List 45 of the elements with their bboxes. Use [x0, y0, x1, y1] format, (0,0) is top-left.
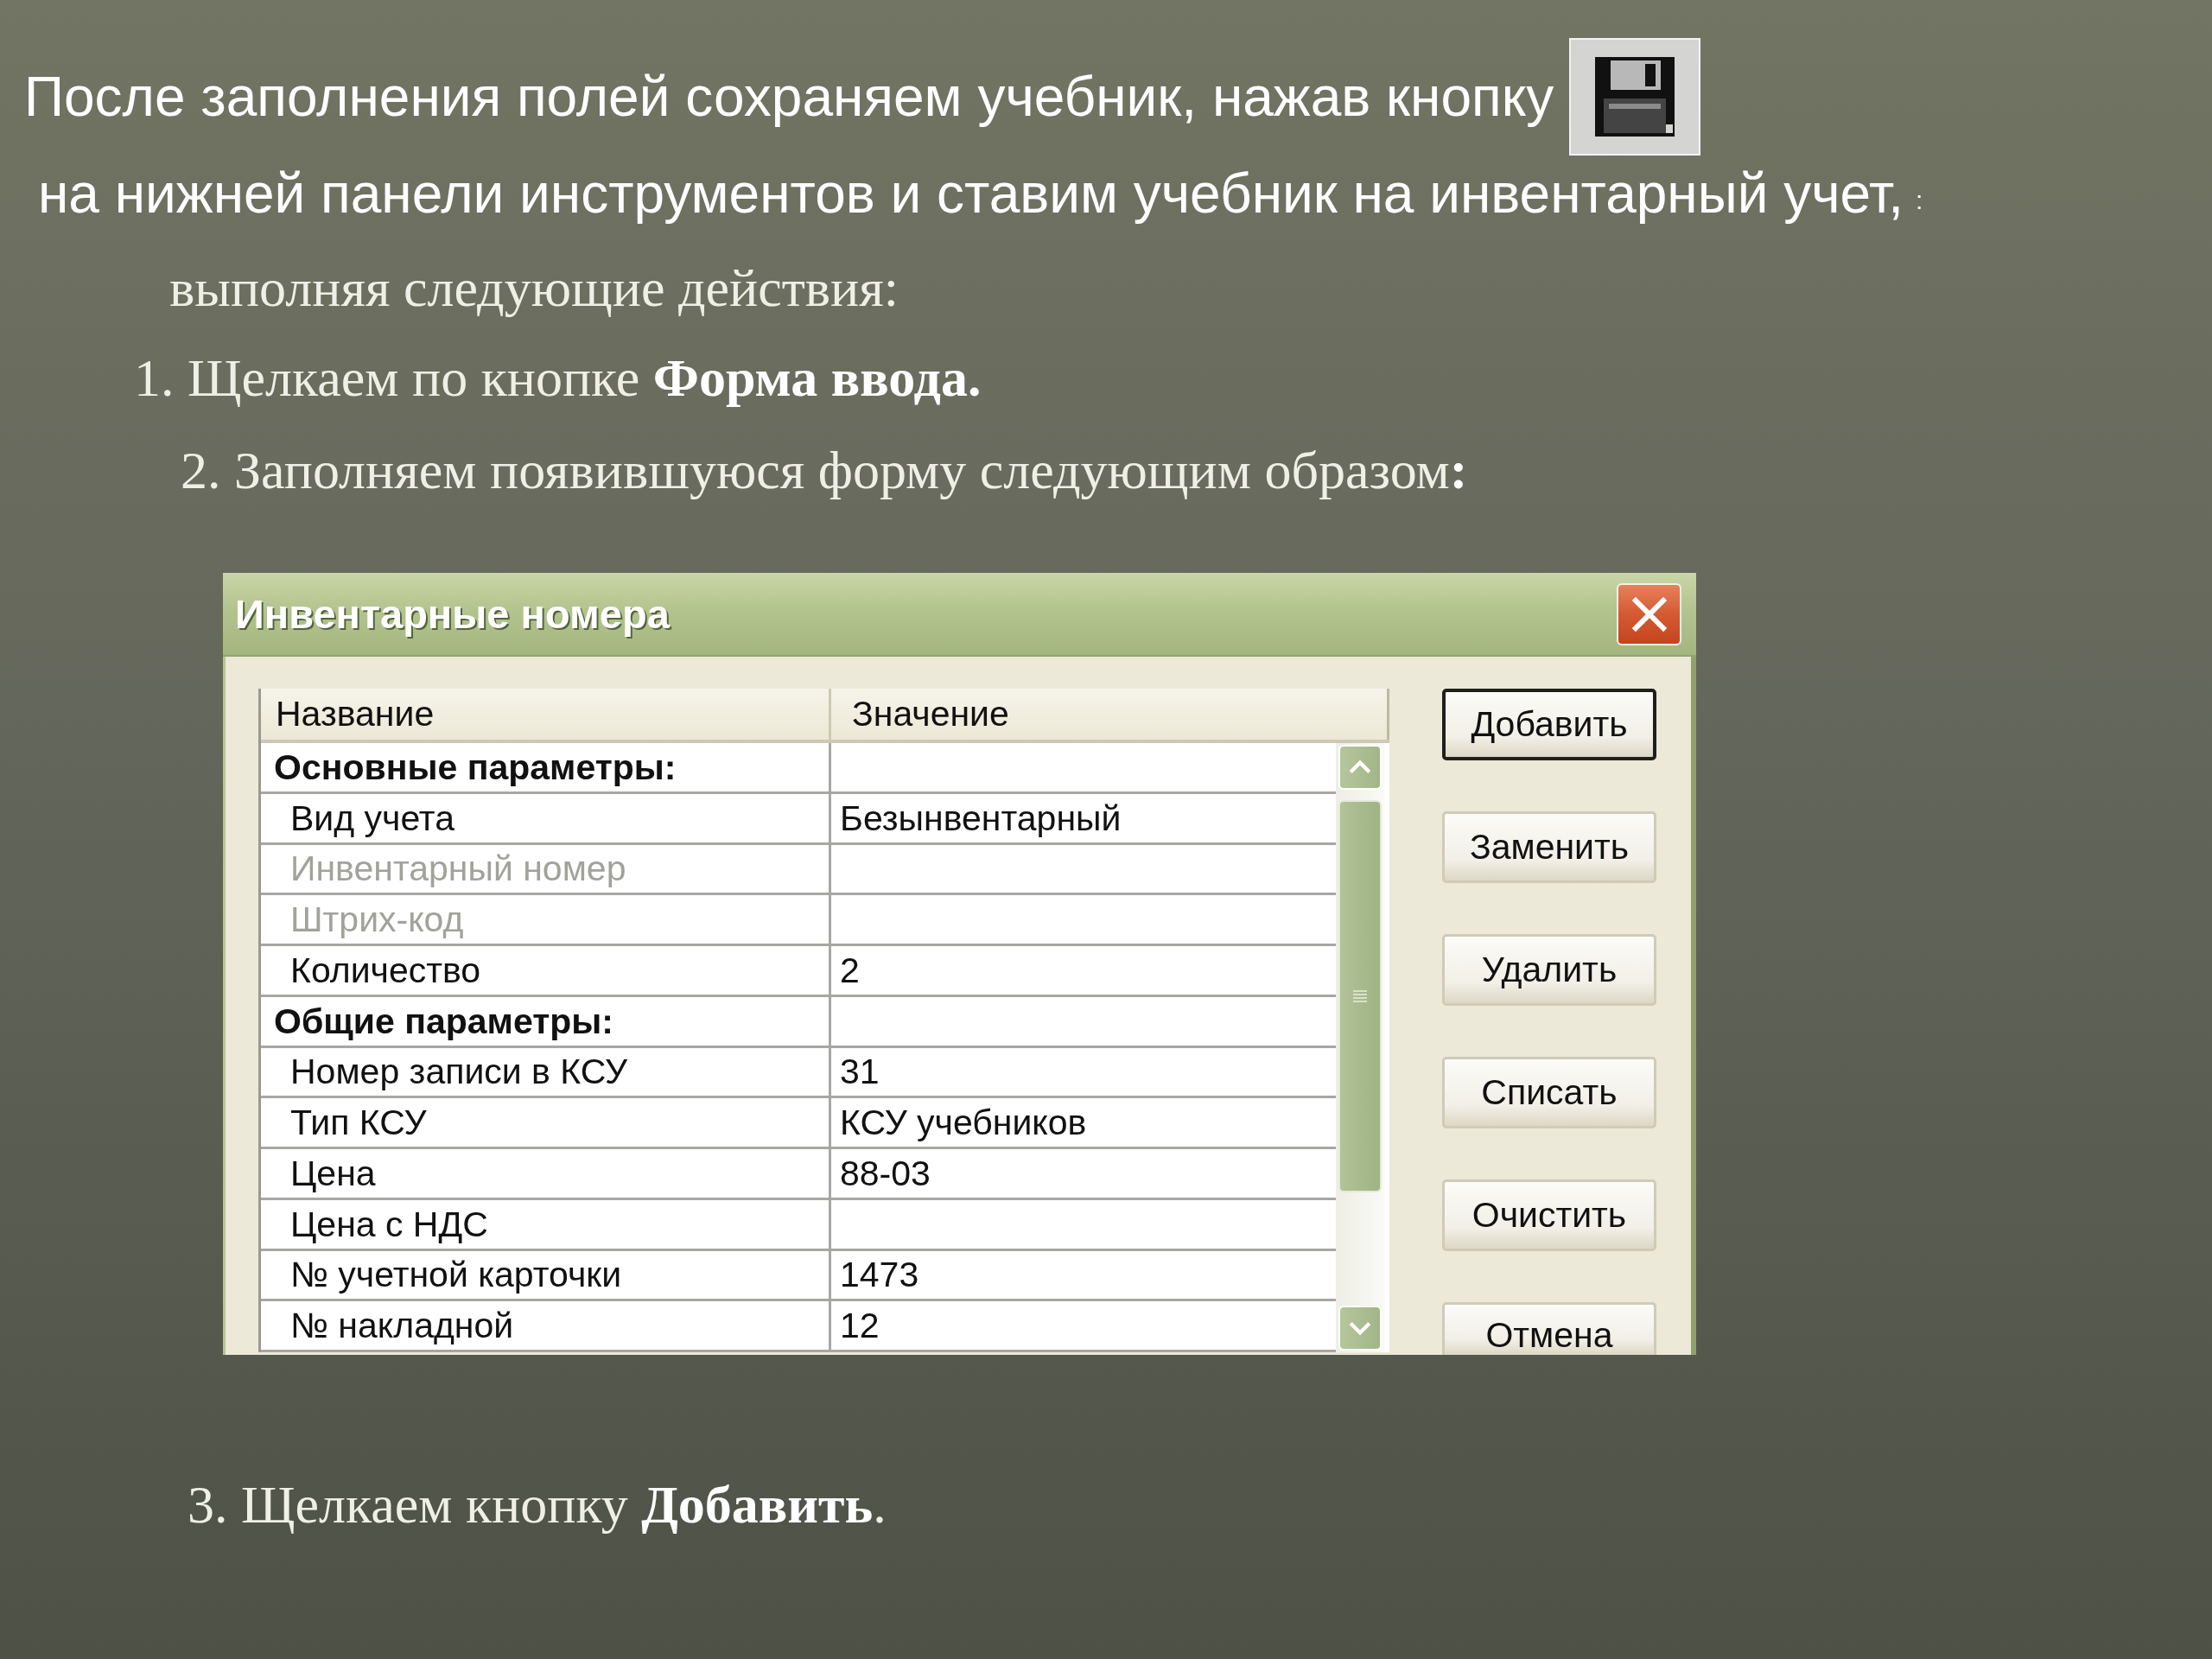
table-cell-text: 12	[840, 1305, 880, 1348]
table-cell-text: № учетной карточки	[289, 1254, 622, 1297]
table-cell-text: Безынвентарный	[840, 797, 1122, 840]
table-cell-text: Номер записи в КСУ	[289, 1051, 627, 1094]
close-button[interactable]	[1617, 582, 1681, 645]
table-cell-text: 2	[840, 949, 860, 992]
table-cell-text: Цена с НДС	[289, 1203, 488, 1246]
column-header[interactable]: Название	[261, 689, 831, 740]
table-cell-text: Инвентарный номер	[289, 848, 626, 891]
table-cell-text: КСУ учебников	[840, 1102, 1087, 1145]
colon-mark: :	[1916, 188, 1923, 213]
table-cell-text: Цена	[289, 1152, 376, 1195]
window-title: Инвентарные номера	[235, 590, 670, 638]
dialog-button[interactable]: Добавить	[1442, 689, 1656, 760]
table-cell-text: Основные параметры:	[273, 746, 677, 789]
chevron-up-icon	[1349, 760, 1371, 774]
scroll-down-button[interactable]	[1338, 1306, 1382, 1351]
scrollbar-track[interactable]	[1336, 743, 1384, 1352]
table-cell-text: Количество	[289, 949, 481, 992]
grip-icon	[1353, 990, 1367, 1002]
floppy-disk-icon	[1569, 38, 1701, 156]
step-text: 2. Заполняем появившуюся форму следующим образом:	[181, 440, 1468, 501]
table-cell-text: Вид учета	[289, 797, 454, 840]
scroll-up-button[interactable]	[1338, 745, 1382, 790]
table-cell-text: 1473	[840, 1254, 919, 1297]
dialog-button[interactable]: Заменить	[1442, 811, 1656, 883]
dialog-button[interactable]: Очистить	[1442, 1179, 1656, 1251]
table-cell-text: 88-03	[840, 1152, 931, 1195]
table-cell-text: Тип КСУ	[289, 1102, 427, 1145]
table-cell-text: № накладной	[289, 1305, 514, 1348]
instruction-text: выполняя следующие действия:	[169, 257, 899, 319]
step-text: 1. Щелкаем по кнопке Форма ввода.	[134, 347, 982, 409]
instruction-text: на нижней панели инструментов и ставим учебник на инвентарный учет,	[38, 162, 1904, 226]
table-cell-text: 31	[840, 1051, 880, 1094]
dialog-button[interactable]: Списать	[1442, 1057, 1656, 1128]
step-text: 3. Щелкаем кнопку Добавить.	[188, 1474, 887, 1535]
chevron-down-icon	[1349, 1321, 1371, 1335]
dialog-button[interactable]: Отмена	[1442, 1302, 1656, 1355]
table-cell-text: Штрих-код	[289, 899, 464, 942]
scroll-thumb[interactable]	[1338, 800, 1382, 1192]
dialog-button[interactable]: Удалить	[1442, 934, 1656, 1006]
column-header[interactable]: Значение	[831, 689, 1389, 740]
close-icon	[1631, 596, 1667, 632]
instruction-text: После заполнения полей сохраняем учебник, нажав кнопку	[24, 65, 1554, 130]
table-cell-text: Общие параметры:	[273, 1000, 613, 1043]
